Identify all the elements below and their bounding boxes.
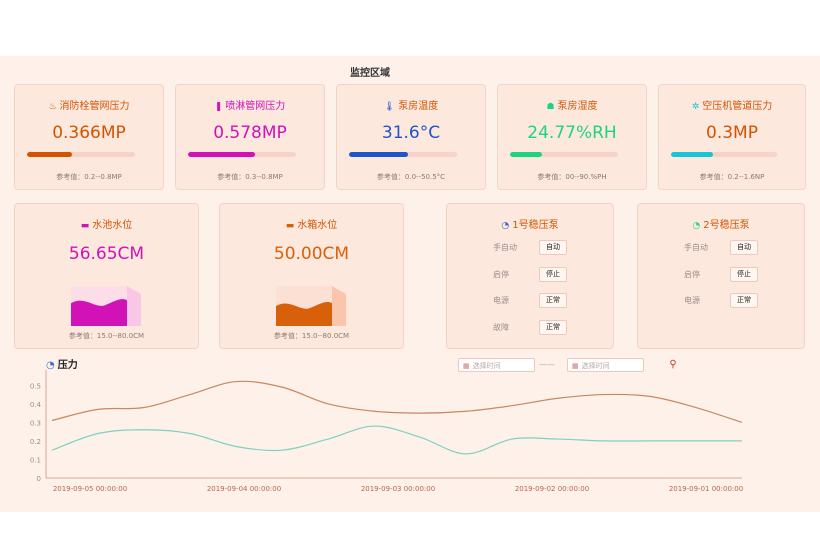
humidity-icon: ☗ [546,102,555,112]
gauge-value: 31.6°C [381,123,441,143]
gauge-reference: 参考值：0.0--50.5°C [376,173,446,181]
pump-status-badge: 停止 [730,267,758,282]
pump-status-badge: 停止 [539,267,567,282]
tank-title: 水池水位 [92,220,133,231]
pump-card-2: ◔ 2号稳压泵 手自动 自动 启停 停止 电源 正常 [637,203,805,349]
y-tick-label: 0.4 [30,401,42,409]
tank-card-pool-level: ▬ 水池水位 56.65CM 参考值：15.0--80.0CM [14,203,199,349]
pump-status-badge: 正常 [539,293,567,308]
tank-graphic [71,286,141,326]
tank-card-water-tank-level: ▬ 水箱水位 50.00CM 参考值：15.0--80.0CM [219,203,404,349]
pump-row-start-stop: 启停 停止 [638,267,804,283]
gauge-bar [671,152,777,157]
tank-graphic [276,286,346,326]
pump-row-mode: 手自动 自动 [638,240,804,256]
pump-row-label: 故障 [493,323,509,332]
pump-status-badge: 自动 [730,240,758,255]
gauge-meter-icon: ◔ [501,221,510,231]
y-tick-label: 0.2 [30,438,41,446]
thermometer-icon: 🌡 [383,102,396,112]
gauge-title: 泵房温度 [398,101,439,112]
pump-title: 2号稳压泵 [703,220,750,231]
gauge-value: 0.578MP [213,123,287,143]
pump-row-label: 电源 [684,296,700,305]
x-tick-label: 2019-09-02 00:00:00 [515,485,589,493]
y-tick-label: 0.3 [30,419,41,427]
x-tick-label: 2019-09-03 00:00:00 [361,485,435,493]
pump-row-label: 电源 [493,296,509,305]
tank-value: 50.00CM [273,244,350,264]
gauge-value: 0.3MP [706,123,758,143]
x-tick-label: 2019-09-04 00:00:00 [207,485,281,493]
pump-card-1: ◔ 1号稳压泵 手自动 自动 启停 停止 电源 正常 故障 正常 [446,203,614,349]
series-line [51,380,743,423]
gauge-bar [27,152,135,157]
fire-hydrant-icon: ♨ [48,102,57,112]
pressure-line-chart: 0 0.1 0.2 0.3 0.4 0.5 2019-09-05 00:00:00 2019-… [30,370,743,493]
monitor-screen: 监控区域 ♨ 消防栓管网压力 0.366MP 参考值：0.2--0.8MP ❚ 喷淋… [0,56,820,512]
x-tick-label: 2019-09-05 00:00:00 [53,485,127,493]
pump-status-badge: 正常 [539,320,567,335]
pump-status-badge: 自动 [539,240,567,255]
pump-row-fault: 故障 正常 [447,320,613,336]
gauge-title: 泵房湿度 [557,101,598,112]
pump-row-mode: 手自动 自动 [447,240,613,256]
gauge-title: 空压机管道压力 [702,101,773,112]
pump-title: 1号稳压泵 [512,220,559,231]
gauge-bar [510,152,618,157]
tank-value: 56.65CM [68,244,145,264]
gauge-reference: 参考值：0.3--0.8MP [217,173,283,181]
pump-row-label: 手自动 [684,243,708,252]
gauge-bar-fill [671,152,714,157]
x-tick-label: 2019-09-01 00:00:00 [669,485,743,493]
pump-status-badge: 正常 [730,293,758,308]
tank-title: 水箱水位 [297,220,338,231]
gauge-bar-fill [188,152,255,157]
gauge-reference: 参考值：0.2--0.8MP [56,173,122,181]
gauge-card-pump-room-humidity: ☗ 泵房湿度 24.77%RH 参考值：00--90.%PH [497,84,647,190]
water-tank-icon: ▬ [285,221,295,231]
pump-row-power: 电源 正常 [638,293,804,309]
gauge-value: 24.77%RH [527,123,617,143]
gauge-bar [188,152,296,157]
pump-row-power: 电源 正常 [447,293,613,309]
gauge-bar-fill [27,152,73,157]
gauge-card-compressor-pressure: ✲ 空压机管道压力 0.3MP 参考值：0.2--1.6NP [658,84,806,190]
pump-row-start-stop: 启停 停止 [447,267,613,283]
gauge-bar [349,152,457,157]
compressor-icon: ✲ [691,102,700,112]
gauge-title: 喷淋管网压力 [225,101,286,112]
pool-icon: ▬ [80,221,90,231]
gauge-meter-icon: ◔ [692,221,701,231]
gauge-bar-fill [349,152,409,157]
gauge-reference: 参考值：0.2--1.6NP [699,173,765,181]
gauge-title: 消防栓管网压力 [59,101,130,112]
tank-reference: 参考值：15.0--80.0CM [68,332,145,340]
gauge-card-sprinkler-pressure: ❚ 喷淋管网压力 0.578MP 参考值：0.3--0.8MP [175,84,325,190]
gauge-card-hydrant-pressure: ♨ 消防栓管网压力 0.366MP 参考值：0.2--0.8MP [14,84,164,190]
pump-row-label: 启停 [493,270,509,279]
y-tick-label: 0 [37,475,41,483]
section-title: 监控区域 [350,68,390,79]
pressure-chart-panel: ◔ 压力 ▦ 选择时间 —— ▦ 选择时间 ⚲ 0 0.1 0.2 0.3 0.4 0.5 201… [0,352,820,512]
y-tick-label: 0.1 [30,456,41,464]
tank-reference: 参考值：15.0--80.0CM [273,332,350,340]
gauge-bar-fill [510,152,543,157]
pump-row-label: 手自动 [493,243,517,252]
gauge-reference: 参考值：00--90.%PH [537,173,607,181]
sprinkler-icon: ❚ [214,102,223,112]
y-tick-label: 0.5 [30,382,41,390]
gauge-value: 0.366MP [52,123,126,143]
gauge-card-pump-room-temperature: 🌡 泵房温度 31.6°C 参考值：0.0--50.5°C [336,84,486,190]
series-line [51,425,742,455]
pump-row-label: 启停 [684,270,700,279]
